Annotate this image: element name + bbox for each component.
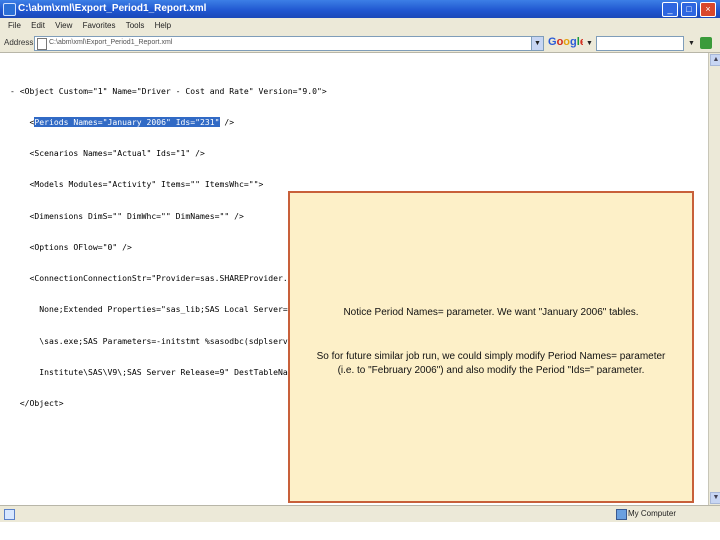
maximize-button[interactable]: □ — [681, 2, 697, 17]
google-search-dropdown[interactable]: ▼ — [685, 36, 698, 51]
menu-bar: File Edit View Favorites Tools Help — [0, 18, 720, 34]
callout-paragraph-2: So for future similar job run, we could … — [316, 351, 666, 376]
xml-line-periods: <Periods Names="January 2006" Ids="231" … — [10, 117, 235, 128]
close-button[interactable]: × — [700, 2, 716, 17]
google-logo: Google — [548, 36, 586, 48]
vertical-scrollbar[interactable]: ▲ ▼ — [708, 53, 720, 505]
xml-line: <Models Modules="Activity" Items="" Item… — [10, 179, 264, 190]
callout-paragraph-1: Notice Period Names= parameter. We want … — [343, 307, 639, 318]
google-search-input[interactable] — [596, 36, 684, 51]
highlighted-selection: Periods Names="January 2006" Ids="231" — [34, 117, 220, 128]
scroll-up-icon[interactable]: ▲ — [710, 54, 720, 66]
ie-icon — [3, 3, 16, 16]
computer-icon — [616, 509, 627, 520]
security-zone: My Computer — [628, 509, 677, 518]
menu-favorites[interactable]: Favorites — [83, 21, 116, 30]
xml-line: <Scenarios Names="Actual" Ids="1" /> — [10, 148, 205, 159]
document-icon — [37, 38, 47, 50]
bottom-margin — [0, 522, 720, 540]
menu-view[interactable]: View — [55, 21, 72, 30]
menu-help[interactable]: Help — [155, 21, 171, 30]
scroll-down-icon[interactable]: ▼ — [710, 492, 720, 504]
status-bar: My Computer — [0, 505, 720, 522]
google-dropdown-button[interactable]: ▼ — [583, 36, 596, 51]
menu-tools[interactable]: Tools — [126, 21, 145, 30]
address-dropdown-button[interactable]: ▼ — [531, 36, 544, 51]
address-input[interactable]: C:\abm\xml\Export_Period1_Report.xml — [34, 36, 544, 51]
title-bar: C:\abm\xml\Export_Period1_Report.xml _ □… — [0, 0, 720, 18]
address-url: C:\abm\xml\Export_Period1_Report.xml — [49, 39, 173, 46]
menu-edit[interactable]: Edit — [31, 21, 45, 30]
window-title: C:\abm\xml\Export_Period1_Report.xml — [18, 3, 207, 14]
address-label: Address — [4, 38, 34, 47]
minimize-button[interactable]: _ — [662, 2, 678, 17]
annotation-callout: Notice Period Names= parameter. We want … — [288, 191, 694, 503]
page-status-icon — [4, 509, 15, 520]
xml-line: - <Object Custom="1" Name="Driver - Cost… — [10, 85, 327, 96]
address-bar: Address C:\abm\xml\Export_Period1_Report… — [0, 34, 720, 53]
menu-file[interactable]: File — [8, 21, 21, 30]
go-button[interactable] — [700, 37, 712, 49]
